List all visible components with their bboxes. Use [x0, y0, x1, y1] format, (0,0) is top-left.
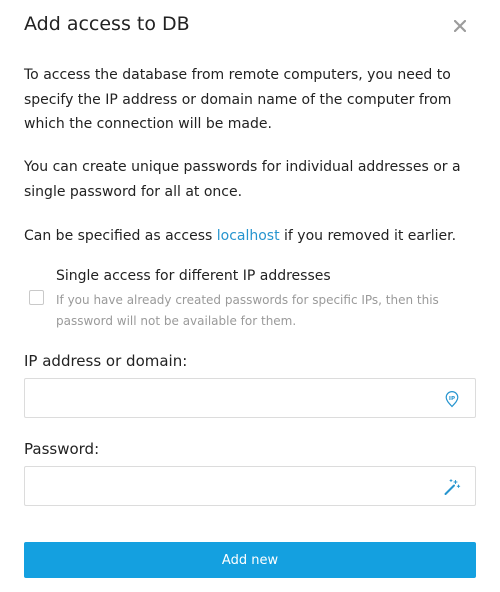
intro-paragraph-passwords: You can create unique passwords for indi…	[24, 159, 461, 200]
add-new-button[interactable]: Add new	[24, 542, 476, 578]
close-button[interactable]	[448, 14, 472, 38]
add-access-dialog: Add access to DB To access the database …	[0, 0, 500, 592]
ip-address-input[interactable]	[25, 379, 455, 417]
password-field-label: Password:	[24, 440, 100, 458]
password-field-container	[24, 466, 476, 506]
single-access-option: Single access for different IP addresses…	[28, 268, 476, 332]
password-input[interactable]	[25, 467, 455, 505]
intro-paragraph-remote: To access the database from remote compu…	[24, 67, 452, 132]
close-icon	[454, 20, 466, 32]
dialog-title: Add access to DB	[24, 13, 190, 35]
single-access-checkbox[interactable]	[29, 290, 44, 305]
intro-paragraph-localhost: Can be specified as access localhost if …	[24, 224, 476, 249]
ip-location-icon[interactable]: IP	[443, 390, 461, 408]
ip-field-label: IP address or domain:	[24, 352, 188, 370]
single-access-hint: If you have already created passwords fo…	[56, 293, 439, 328]
single-access-label[interactable]: Single access for different IP addresses	[56, 268, 331, 284]
svg-text:IP: IP	[449, 396, 455, 402]
localhost-text-before: Can be specified as access	[24, 228, 217, 244]
ip-field-container: IP	[24, 378, 476, 418]
localhost-link[interactable]: localhost	[217, 228, 280, 244]
magic-wand-icon[interactable]	[443, 478, 461, 496]
localhost-text-after: if you removed it earlier.	[279, 228, 457, 244]
